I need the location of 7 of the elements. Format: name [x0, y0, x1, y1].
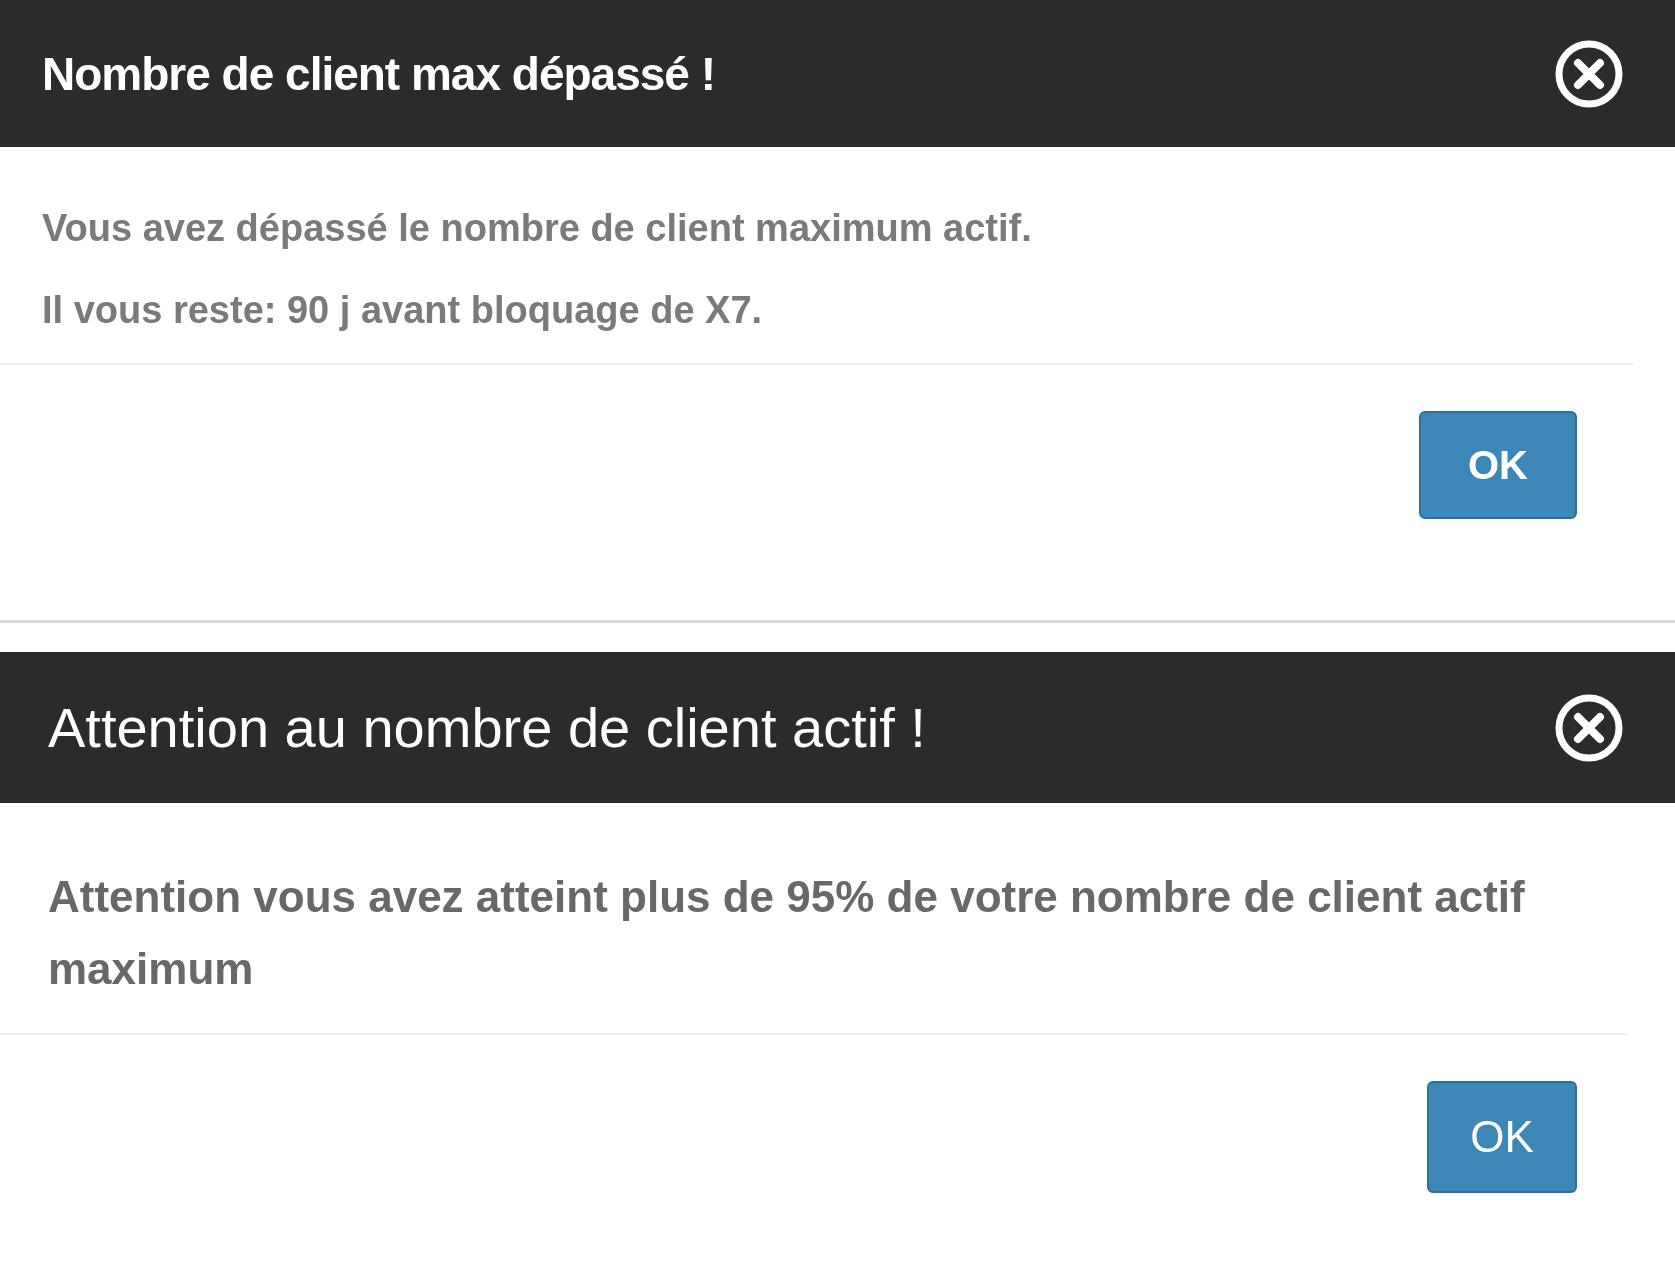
message-text: Attention vous avez atteint plus de 95% de votre nombre de client actif maximum: [48, 871, 1526, 995]
ok-button[interactable]: OK: [1419, 411, 1577, 519]
dialog-title: Attention au nombre de client actif !: [48, 695, 926, 760]
message-text: Vous avez dépassé le nombre de client maximum actif.: [42, 206, 1033, 251]
message-text: Il vous reste: 90 j avant bloquage de X7.: [42, 288, 764, 333]
dialog-title: Nombre de client max dépassé !: [42, 46, 716, 101]
ok-button[interactable]: OK: [1427, 1081, 1577, 1193]
